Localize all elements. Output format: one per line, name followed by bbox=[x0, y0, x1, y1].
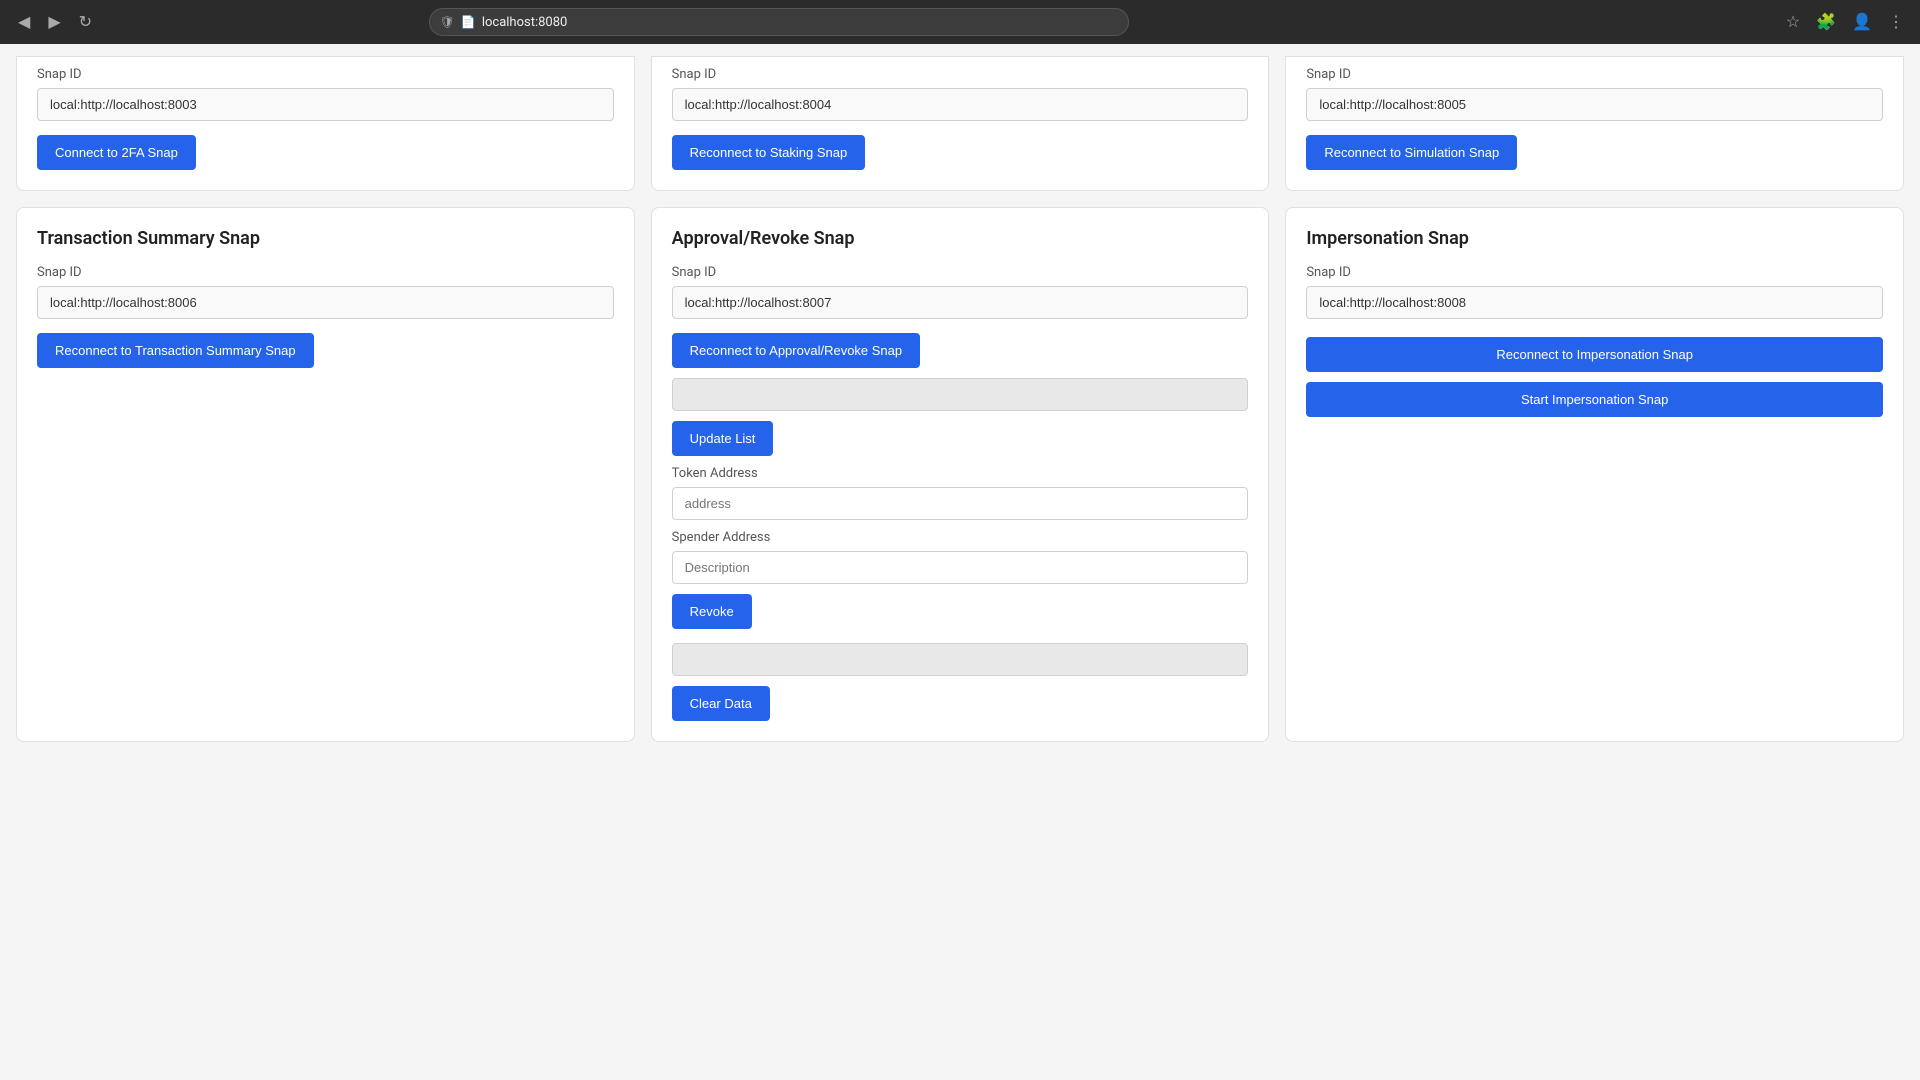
snap-id-input-tx[interactable] bbox=[37, 286, 614, 319]
snap-id-input-twofa[interactable] bbox=[37, 88, 614, 121]
snap-id-label-twofa: Snap ID bbox=[37, 67, 614, 82]
token-address-input[interactable] bbox=[672, 487, 1249, 520]
bookmark-button[interactable]: ☆ bbox=[1782, 8, 1804, 36]
approval-revoke-title: Approval/Revoke Snap bbox=[672, 228, 1249, 249]
snap-id-label-tx: Snap ID bbox=[37, 265, 614, 280]
impersonation-buttons: Reconnect to Impersonation Snap Start Im… bbox=[1306, 337, 1883, 417]
approval-list-input[interactable] bbox=[672, 378, 1249, 411]
spender-address-label: Spender Address bbox=[672, 530, 1249, 545]
spender-address-input[interactable] bbox=[672, 551, 1249, 584]
browser-actions: ☆ 🧩 👤 ⋮ bbox=[1782, 8, 1908, 36]
clear-data-button[interactable]: Clear Data bbox=[672, 686, 770, 721]
extensions-button[interactable]: 🧩 bbox=[1812, 8, 1840, 36]
snap-id-input-impersonation[interactable] bbox=[1306, 286, 1883, 319]
twofa-snap-card: Snap ID Connect to 2FA Snap bbox=[16, 56, 635, 191]
snap-id-label-impersonation: Snap ID bbox=[1306, 265, 1883, 280]
start-impersonation-button[interactable]: Start Impersonation Snap bbox=[1306, 382, 1883, 417]
approval-revoke-snap-card: Approval/Revoke Snap Snap ID Reconnect t… bbox=[651, 207, 1270, 742]
refresh-button[interactable]: ↻ bbox=[73, 8, 98, 36]
page-content: Snap ID Connect to 2FA Snap Snap ID Reco… bbox=[0, 44, 1920, 1080]
browser-chrome: ◀ ▶ ↻ 🛡 📄 localhost:8080 ☆ 🧩 👤 ⋮ bbox=[0, 0, 1920, 44]
nav-buttons: ◀ ▶ ↻ bbox=[12, 8, 98, 36]
simulation-snap-card: Snap ID Reconnect to Simulation Snap bbox=[1285, 56, 1904, 191]
snap-id-label-simulation: Snap ID bbox=[1306, 67, 1883, 82]
snap-id-label-approval: Snap ID bbox=[672, 265, 1249, 280]
revoke-button[interactable]: Revoke bbox=[672, 594, 752, 629]
reconnect-simulation-button[interactable]: Reconnect to Simulation Snap bbox=[1306, 135, 1517, 170]
transaction-summary-snap-card: Transaction Summary Snap Snap ID Reconne… bbox=[16, 207, 635, 742]
update-list-button[interactable]: Update List bbox=[672, 421, 774, 456]
page-icon: 📄 bbox=[461, 15, 476, 29]
profile-button[interactable]: 👤 bbox=[1848, 8, 1876, 36]
staking-snap-card: Snap ID Reconnect to Staking Snap bbox=[651, 56, 1270, 191]
reconnect-tx-summary-button[interactable]: Reconnect to Transaction Summary Snap bbox=[37, 333, 314, 368]
bottom-row: Transaction Summary Snap Snap ID Reconne… bbox=[0, 207, 1920, 758]
menu-button[interactable]: ⋮ bbox=[1884, 8, 1908, 36]
snap-id-input-staking[interactable] bbox=[672, 88, 1249, 121]
back-button[interactable]: ◀ bbox=[12, 8, 36, 36]
reconnect-approval-button[interactable]: Reconnect to Approval/Revoke Snap bbox=[672, 333, 920, 368]
impersonation-snap-card: Impersonation Snap Snap ID Reconnect to … bbox=[1285, 207, 1904, 742]
reconnect-staking-button[interactable]: Reconnect to Staking Snap bbox=[672, 135, 866, 170]
forward-button[interactable]: ▶ bbox=[42, 8, 66, 36]
snap-id-input-approval[interactable] bbox=[672, 286, 1249, 319]
partial-top-row: Snap ID Connect to 2FA Snap Snap ID Reco… bbox=[0, 44, 1920, 191]
address-bar[interactable]: 🛡 📄 localhost:8080 bbox=[429, 8, 1129, 36]
transaction-summary-title: Transaction Summary Snap bbox=[37, 228, 614, 249]
snap-id-label-staking: Snap ID bbox=[672, 67, 1249, 82]
revoke-result-input[interactable] bbox=[672, 643, 1249, 676]
token-address-label: Token Address bbox=[672, 466, 1249, 481]
reconnect-impersonation-button[interactable]: Reconnect to Impersonation Snap bbox=[1306, 337, 1883, 372]
snap-id-input-simulation[interactable] bbox=[1306, 88, 1883, 121]
url-text: localhost:8080 bbox=[482, 15, 568, 30]
impersonation-title: Impersonation Snap bbox=[1306, 228, 1883, 249]
security-icon: 🛡 bbox=[440, 15, 455, 29]
connect-2fa-button[interactable]: Connect to 2FA Snap bbox=[37, 135, 196, 170]
